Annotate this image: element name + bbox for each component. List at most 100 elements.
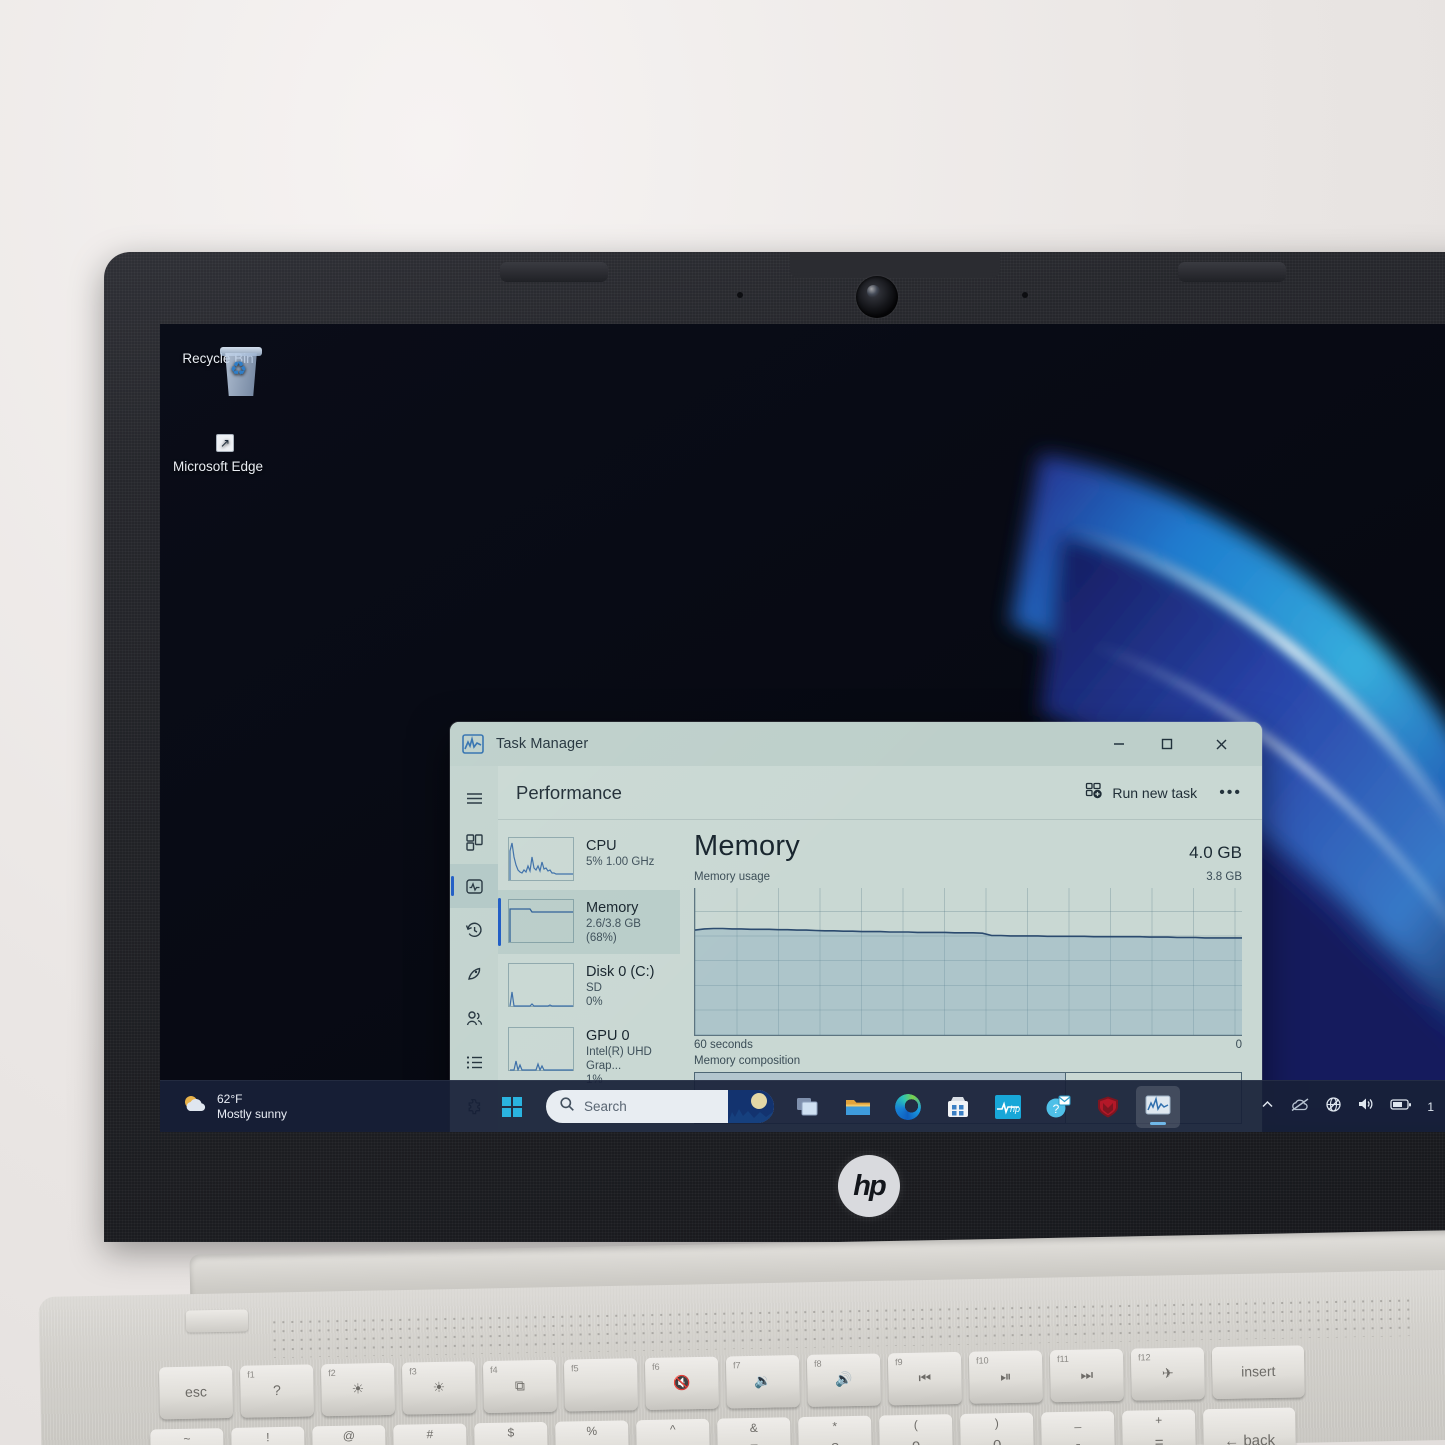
key-main-label: 🔇: [673, 1374, 691, 1391]
key-3[interactable]: #3: [393, 1423, 468, 1445]
axis-right-label: 0: [1235, 1039, 1242, 1051]
get-help-icon: ?: [1046, 1095, 1071, 1117]
key-f3[interactable]: f3 ☀: [401, 1361, 476, 1415]
hamburger-icon: [466, 792, 482, 804]
sidebar-item-performance[interactable]: [450, 864, 498, 908]
key-4[interactable]: $4: [474, 1421, 549, 1445]
onedrive-tray-icon[interactable]: [1290, 1097, 1310, 1117]
microphone-right: [1022, 292, 1028, 298]
key-f8[interactable]: f8 🔊: [806, 1353, 881, 1407]
key-upper-label: _: [1074, 1414, 1082, 1429]
graph-max-label: 3.8 GB: [1206, 871, 1242, 883]
taskbar-app-microsoft-edge[interactable]: [886, 1086, 930, 1128]
search-box[interactable]: Search: [546, 1090, 774, 1123]
key-fn-label: f2: [328, 1367, 336, 1379]
sidebar-item-users[interactable]: [450, 996, 498, 1040]
key-upper-label: [1203, 1411, 1295, 1413]
key-f5[interactable]: f5: [563, 1358, 638, 1412]
taskbar-app-file-explorer[interactable]: [836, 1086, 880, 1128]
minimize-button[interactable]: [1096, 722, 1142, 766]
sidebar-item-processes[interactable]: [450, 820, 498, 864]
network-tray-icon[interactable]: [1325, 1096, 1342, 1118]
title-bar[interactable]: Task Manager: [450, 722, 1262, 766]
desktop-icon-recycle-bin[interactable]: ♻ Recycle Bin: [168, 344, 268, 396]
sidebar-item-app-history[interactable]: [450, 908, 498, 952]
key-f11[interactable]: f11 ⏭: [1049, 1348, 1124, 1403]
power-button[interactable]: [185, 1309, 249, 1333]
resource-card-disk[interactable]: Disk 0 (C:) SD 0%: [498, 954, 680, 1018]
key-minus[interactable]: _ -: [1041, 1411, 1116, 1445]
key-main-label: ⏮: [918, 1369, 932, 1386]
key-f6[interactable]: f6 🔇: [644, 1356, 719, 1410]
resource-title: Disk 0 (C:): [586, 964, 655, 980]
laptop-screen: ♻ Recycle Bin ↗ Microsoft Edge Task Mana…: [160, 324, 1445, 1132]
resource-card-memory[interactable]: Memory 2.6/3.8 GB (68%): [498, 890, 680, 954]
battery-tray-icon[interactable]: [1390, 1097, 1412, 1116]
usage-area-fill: [695, 928, 1242, 1035]
key-backspace[interactable]: ← back: [1203, 1407, 1296, 1445]
weather-widget[interactable]: 62°F Mostly sunny: [160, 1092, 490, 1122]
taskbar-app-hp[interactable]: hp: [986, 1086, 1030, 1128]
maximize-button[interactable]: [1144, 722, 1190, 766]
key-main-label: ?: [272, 1382, 282, 1399]
composition-label: Memory composition: [694, 1055, 801, 1067]
key-esc[interactable]: esc: [159, 1365, 233, 1420]
key-equal[interactable]: + =: [1122, 1409, 1197, 1445]
window-body: Performance Run new task ••• CPU 5% 1.00…: [450, 766, 1262, 1132]
taskbar-app-get-help[interactable]: ?: [1036, 1086, 1080, 1128]
hamburger-menu-button[interactable]: [450, 776, 498, 820]
key-tilde[interactable]: ~`: [150, 1428, 225, 1445]
volume-tray-icon[interactable]: [1357, 1096, 1375, 1117]
key-insert[interactable]: insert: [1211, 1345, 1305, 1400]
axis-left-label: 60 seconds: [694, 1039, 753, 1051]
taskbar-app-microsoft-store[interactable]: [936, 1086, 980, 1128]
run-new-task-button[interactable]: Run new task: [1085, 782, 1197, 803]
key-lower-label: 9: [880, 1438, 953, 1445]
page-title: Performance: [516, 781, 622, 803]
key-f4[interactable]: f4 ⧉: [482, 1359, 557, 1414]
sidebar-item-details[interactable]: [450, 1040, 498, 1084]
show-hidden-icons-button[interactable]: [1260, 1097, 1275, 1117]
desktop-icon-microsoft-edge[interactable]: ↗ Microsoft Edge: [168, 434, 268, 474]
taskbar-clock[interactable]: 1: [1427, 1100, 1440, 1114]
hinge-cap-left: [500, 262, 608, 282]
task-manager-taskbar-icon: [1145, 1095, 1171, 1115]
key-main-label: ✈: [1161, 1364, 1174, 1382]
more-options-button[interactable]: •••: [1213, 784, 1248, 802]
search-icon: [559, 1096, 575, 1117]
taskbar-app-task-view[interactable]: [786, 1086, 830, 1128]
resource-card-cpu[interactable]: CPU 5% 1.00 GHz: [498, 828, 680, 890]
detail-heading: Memory: [694, 830, 800, 862]
key-f10[interactable]: f10 ⏯: [968, 1350, 1043, 1404]
screenshot-root: ♻ Recycle Bin ↗ Microsoft Edge Task Mana…: [0, 0, 1445, 1445]
key-5[interactable]: %5: [555, 1420, 630, 1445]
key-f12[interactable]: f12 ✈: [1130, 1347, 1205, 1401]
taskbar-center: Search hp ?: [490, 1085, 1180, 1128]
desktop-icon-label: Microsoft Edge: [172, 459, 264, 474]
key-f9[interactable]: f9 ⏮: [887, 1351, 962, 1406]
key-1[interactable]: !1: [231, 1426, 306, 1445]
key-f7[interactable]: f7 🔉: [725, 1355, 800, 1409]
key-upper-label: %: [586, 1423, 598, 1439]
start-button[interactable]: [490, 1086, 534, 1128]
key-6[interactable]: ^6: [636, 1418, 711, 1445]
key-f1[interactable]: f1?: [239, 1364, 314, 1418]
task-manager-icon: [462, 734, 484, 754]
key-8[interactable]: *8: [798, 1415, 873, 1445]
sidebar-item-startup-apps[interactable]: [450, 952, 498, 996]
taskbar: 62°F Mostly sunny Search hp ? 1: [160, 1080, 1445, 1132]
cpu-mini-graph: [508, 837, 574, 881]
taskbar-app-task-manager[interactable]: [1136, 1085, 1180, 1128]
resource-title: CPU: [586, 838, 617, 854]
key-upper-label: @: [342, 1428, 356, 1443]
resource-line1: SD: [586, 982, 602, 994]
key-0[interactable]: )0: [960, 1412, 1035, 1445]
key-f2[interactable]: f2 ☀: [320, 1362, 395, 1417]
key-2[interactable]: @2: [312, 1425, 387, 1445]
key-9[interactable]: (9: [879, 1414, 954, 1445]
key-7[interactable]: &7: [717, 1417, 792, 1445]
key-lower-label: =: [1154, 1434, 1164, 1445]
users-icon: [466, 1010, 482, 1025]
taskbar-app-mcafee[interactable]: [1086, 1086, 1130, 1128]
close-button[interactable]: [1198, 722, 1244, 766]
